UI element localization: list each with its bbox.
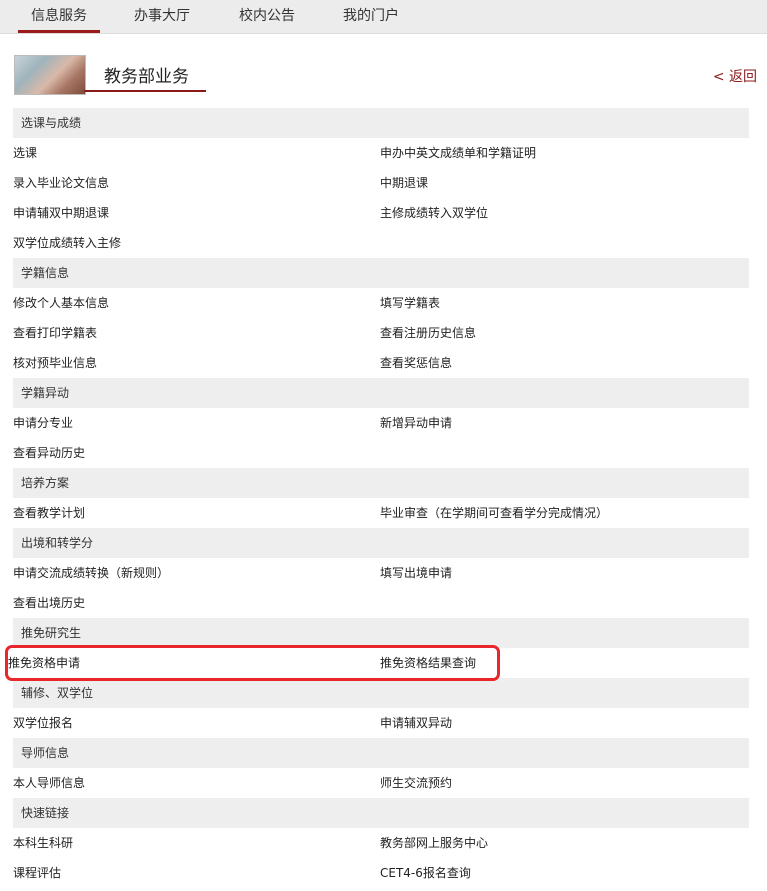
service-link[interactable]: 填写出境申请 (380, 558, 452, 588)
service-link[interactable]: 申请交流成绩转换（新规则） (13, 558, 169, 588)
tab-info-service[interactable]: 信息服务 (18, 0, 100, 33)
service-link[interactable]: 双学位报名 (13, 708, 73, 738)
service-row: 选课 申办中英文成绩单和学籍证明 (13, 138, 749, 168)
page-header: 教务部业务 < 返回 (0, 33, 767, 105)
service-link[interactable]: 查看出境历史 (13, 588, 85, 618)
service-link[interactable]: 师生交流预约 (380, 768, 452, 798)
service-link[interactable]: 查看奖惩信息 (380, 348, 452, 378)
header-thumbnail-image (14, 55, 86, 95)
service-row: 查看教学计划 毕业审查（在学期间可查看学分完成情况） (13, 498, 749, 528)
service-link[interactable]: 毕业审查（在学期间可查看学分完成情况） (380, 498, 608, 528)
service-row: 修改个人基本信息 填写学籍表 (13, 288, 749, 318)
service-row: 双学位报名 申请辅双异动 (13, 708, 749, 738)
service-row: 申请分专业 新增异动申请 (13, 408, 749, 438)
service-row: 申请交流成绩转换（新规则） 填写出境申请 (13, 558, 749, 588)
service-row: 查看打印学籍表 查看注册历史信息 (13, 318, 749, 348)
service-link[interactable]: 选课 (13, 138, 37, 168)
service-link[interactable]: 查看注册历史信息 (380, 318, 476, 348)
service-link[interactable]: 查看异动历史 (13, 438, 85, 468)
service-row: 申请辅双中期退课 主修成绩转入双学位 (13, 198, 749, 228)
top-navigation: 信息服务 办事大厅 校内公告 我的门户 (0, 0, 767, 34)
service-link[interactable]: 查看教学计划 (13, 498, 85, 528)
section-header: 快速链接 (13, 798, 749, 828)
service-row: 双学位成绩转入主修 (13, 228, 749, 258)
service-link[interactable]: 推免资格申请 (8, 648, 80, 678)
section-header: 学籍异动 (13, 378, 749, 408)
tab-my-portal[interactable]: 我的门户 (330, 0, 412, 33)
service-row: 查看出境历史 (13, 588, 749, 618)
service-link[interactable]: CET4-6报名查询 (380, 858, 471, 888)
service-row: 本人导师信息 师生交流预约 (13, 768, 749, 798)
page-title: 教务部业务 (104, 67, 189, 87)
tab-campus-notice[interactable]: 校内公告 (226, 0, 308, 33)
service-link[interactable]: 主修成绩转入双学位 (380, 198, 488, 228)
section-header: 导师信息 (13, 738, 749, 768)
service-link[interactable]: 填写学籍表 (380, 288, 440, 318)
service-row: 核对预毕业信息 查看奖惩信息 (13, 348, 749, 378)
service-list: 选课与成绩 选课 申办中英文成绩单和学籍证明 录入毕业论文信息 中期退课 申请辅双中期退课… (5, 108, 749, 888)
service-link[interactable]: 查看打印学籍表 (13, 318, 97, 348)
page-title-wrap: 教务部业务 (84, 56, 206, 92)
service-link[interactable]: 双学位成绩转入主修 (13, 228, 121, 258)
service-link[interactable]: 申请辅双异动 (380, 708, 452, 738)
service-link[interactable]: 推免资格结果查询 (380, 648, 476, 678)
highlighted-row: 推免资格申请 推免资格结果查询 (5, 645, 500, 681)
service-row: 录入毕业论文信息 中期退课 (13, 168, 749, 198)
service-link[interactable]: 录入毕业论文信息 (13, 168, 109, 198)
section-header: 学籍信息 (13, 258, 749, 288)
section-header: 选课与成绩 (13, 108, 749, 138)
service-link[interactable]: 本人导师信息 (13, 768, 85, 798)
service-row: 课程评估 CET4-6报名查询 (13, 858, 749, 888)
service-link[interactable]: 申办中英文成绩单和学籍证明 (380, 138, 536, 168)
service-link[interactable]: 申请分专业 (13, 408, 73, 438)
tab-service-hall[interactable]: 办事大厅 (121, 0, 203, 33)
section-header: 出境和转学分 (13, 528, 749, 558)
service-link[interactable]: 中期退课 (380, 168, 428, 198)
service-link[interactable]: 本科生科研 (13, 828, 73, 858)
service-link[interactable]: 教务部网上服务中心 (380, 828, 488, 858)
back-link[interactable]: < 返回 (713, 66, 757, 86)
service-row: 本科生科研 教务部网上服务中心 (13, 828, 749, 858)
service-link[interactable]: 核对预毕业信息 (13, 348, 97, 378)
section-header: 辅修、双学位 (13, 678, 749, 708)
service-link[interactable]: 申请辅双中期退课 (13, 198, 109, 228)
section-header: 推免研究生 (13, 618, 749, 648)
section-header: 培养方案 (13, 468, 749, 498)
service-link[interactable]: 新增异动申请 (380, 408, 452, 438)
service-link[interactable]: 课程评估 (13, 858, 61, 888)
service-row: 查看异动历史 (13, 438, 749, 468)
service-link[interactable]: 修改个人基本信息 (13, 288, 109, 318)
